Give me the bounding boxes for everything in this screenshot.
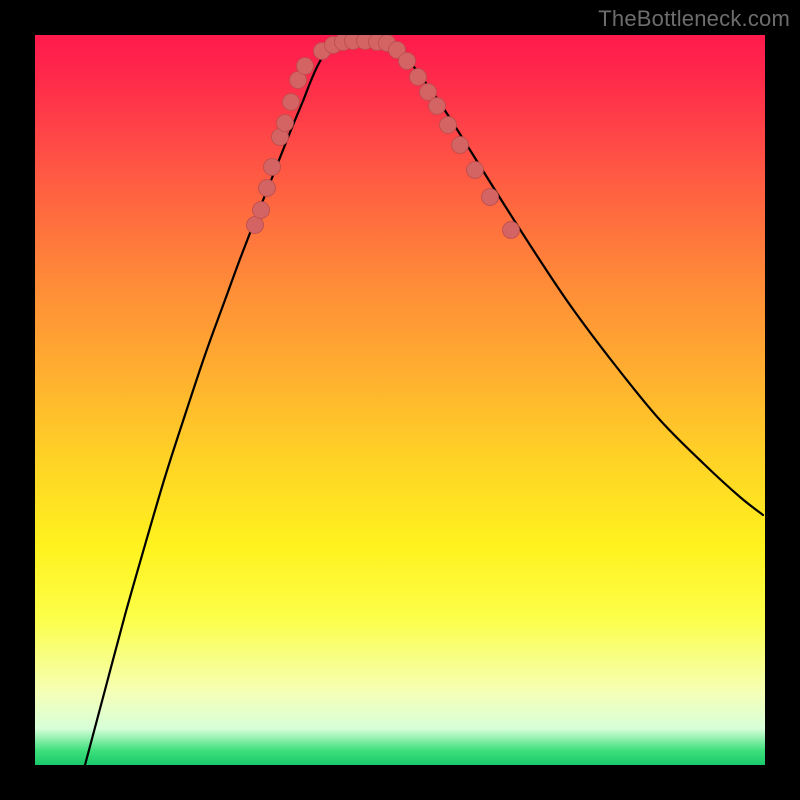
data-point bbox=[253, 202, 270, 219]
data-point bbox=[277, 115, 294, 132]
data-point bbox=[297, 58, 314, 75]
data-point bbox=[410, 69, 427, 86]
data-point bbox=[429, 98, 446, 115]
watermark-text: TheBottleneck.com bbox=[598, 6, 790, 32]
points-group bbox=[247, 35, 520, 239]
data-point bbox=[467, 162, 484, 179]
curve-layer bbox=[35, 35, 765, 765]
bottleneck-curve bbox=[85, 40, 763, 765]
data-point bbox=[452, 137, 469, 154]
data-point bbox=[283, 94, 300, 111]
chart-frame: TheBottleneck.com bbox=[0, 0, 800, 800]
data-point bbox=[247, 217, 264, 234]
data-point bbox=[399, 53, 416, 70]
data-point bbox=[482, 189, 499, 206]
data-point bbox=[503, 222, 520, 239]
series-group bbox=[85, 40, 763, 765]
data-point bbox=[264, 159, 281, 176]
data-point bbox=[440, 117, 457, 134]
plot-area bbox=[35, 35, 765, 765]
data-point bbox=[259, 180, 276, 197]
